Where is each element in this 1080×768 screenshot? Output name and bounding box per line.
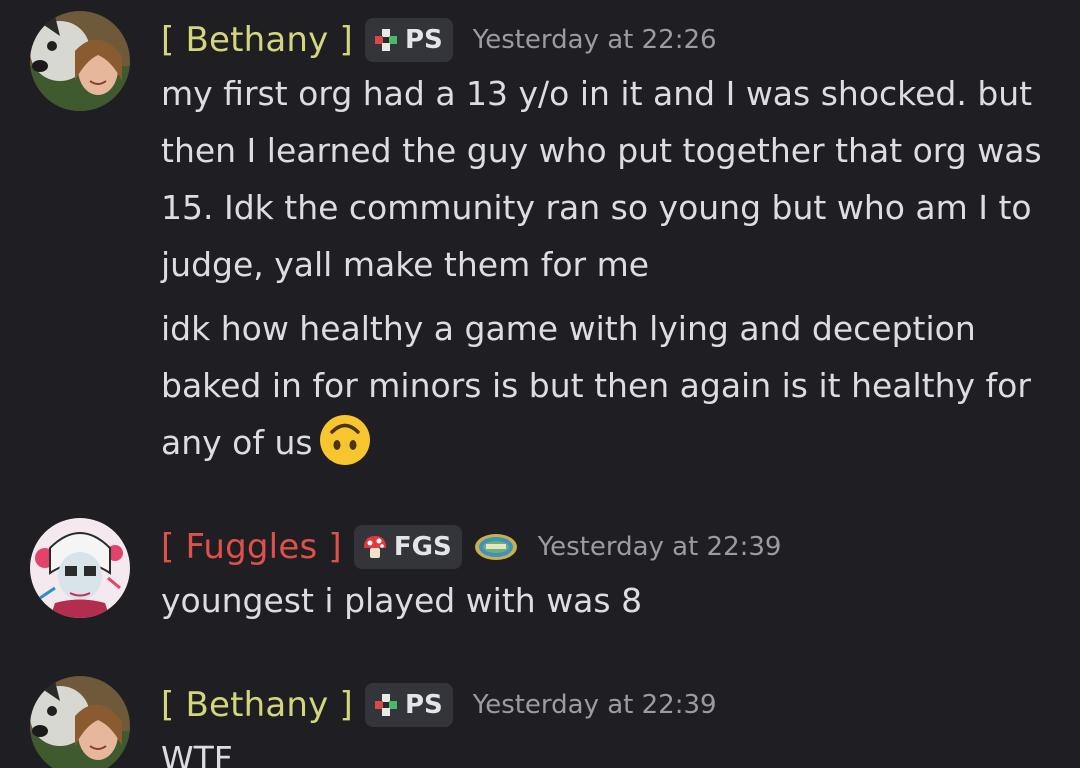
message-header: [ Bethany ] PS Yesterday at 22:26 [161,15,717,65]
timestamp[interactable]: Yesterday at 22:39 [538,532,782,562]
timestamp[interactable]: Yesterday at 22:39 [473,690,717,720]
server-tag[interactable]: FGS [353,525,462,569]
message-content: WTF [161,730,1061,768]
server-tag[interactable]: PS [364,683,453,727]
message-line: idk how healthy a game with lying and de… [161,300,1061,471]
username[interactable]: [ Fuggles ] [161,527,342,567]
message-header: [ Fuggles ] FGS Yesterday at 22:39 [161,522,781,572]
mushroom-icon [363,536,386,558]
message-line: my first org had a 13 y/o in it and I wa… [161,74,1042,284]
message-line: youngest i played with was 8 [161,581,643,620]
server-tag-icon [374,694,397,716]
upside-down-face-emoji[interactable] [319,414,371,466]
server-tag-icon [374,29,397,51]
game-badge-icon[interactable] [474,532,518,562]
server-tag-label: FGS [393,532,452,562]
message-content: my first org had a 13 y/o in it and I wa… [161,65,1061,293]
timestamp[interactable]: Yesterday at 22:26 [473,25,717,55]
server-tag-label: PS [404,25,443,55]
message-header: [ Bethany ] PS Yesterday at 22:39 [161,680,717,730]
chat-message-list[interactable]: [ Bethany ] PS Yesterday at 22:26 my fir… [0,0,1080,768]
username[interactable]: [ Bethany ] [161,685,353,725]
server-tag-label: PS [404,690,443,720]
username[interactable]: [ Bethany ] [161,20,353,60]
message-content: idk how healthy a game with lying and de… [161,300,1061,471]
message-line: WTF [161,739,233,768]
server-tag[interactable]: PS [364,18,453,62]
avatar[interactable] [30,518,130,618]
avatar[interactable] [30,676,130,768]
message-content: youngest i played with was 8 [161,572,1061,629]
avatar[interactable] [30,11,130,111]
